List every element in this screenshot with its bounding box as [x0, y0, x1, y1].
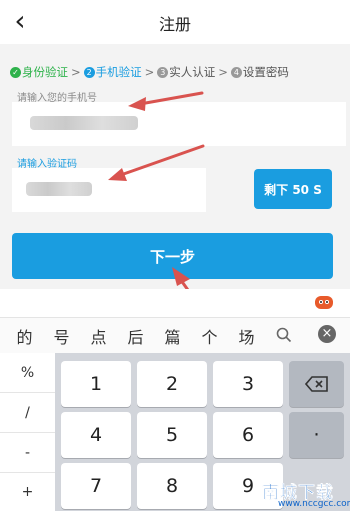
- step-phone: 2 手机验证: [83, 64, 142, 80]
- symbol-column: % / - +: [0, 353, 55, 511]
- step-separator: >: [218, 65, 228, 79]
- candidate-word[interactable]: 号: [49, 324, 74, 348]
- ime-candidate-bar: 的 号 点 后 篇 个 场: [0, 317, 350, 353]
- step-identity: ✓ 身份验证: [10, 64, 68, 80]
- candidate-word[interactable]: 点: [86, 324, 111, 348]
- resend-countdown-button[interactable]: 剩下 50 S: [254, 169, 332, 209]
- step-number: 3: [157, 66, 169, 78]
- symbol-key[interactable]: +: [0, 473, 55, 511]
- step-number: 2: [83, 66, 95, 78]
- candidate-word[interactable]: 场: [234, 324, 259, 348]
- key-4[interactable]: 4: [61, 412, 131, 458]
- candidate-word[interactable]: 篇: [160, 324, 185, 348]
- page-title: 注册: [158, 15, 191, 34]
- search-icon[interactable]: [276, 327, 292, 343]
- form-bottom-area: [0, 289, 350, 317]
- step-separator: >: [144, 65, 155, 79]
- step-label: 身份验证: [22, 65, 68, 79]
- backspace-icon: [304, 376, 328, 392]
- key-3[interactable]: 3: [213, 361, 283, 407]
- blurred-phone-value: [30, 116, 138, 130]
- key-5[interactable]: 5: [137, 412, 207, 458]
- key-7[interactable]: 7: [61, 463, 131, 509]
- symbol-key[interactable]: %: [0, 353, 55, 393]
- step-progress: ✓ 身份验证 > 2 手机验证 > 3 实人认证 > 4 设置密码: [10, 62, 346, 82]
- backspace-key[interactable]: [289, 361, 344, 407]
- step-password: 4 设置密码: [230, 64, 289, 80]
- symbol-key[interactable]: -: [0, 433, 55, 473]
- ime-logo-icon: [315, 296, 333, 309]
- phone-input[interactable]: [12, 102, 346, 146]
- candidate-word[interactable]: 的: [12, 324, 37, 348]
- blurred-code-value: [26, 182, 92, 196]
- step-label: 手机验证: [95, 65, 142, 79]
- step-label: 实人认证: [169, 65, 216, 79]
- step-separator: >: [71, 65, 81, 79]
- dot-key[interactable]: ·: [289, 412, 344, 458]
- step-label: 设置密码: [242, 65, 289, 79]
- symbol-key[interactable]: /: [0, 393, 55, 433]
- key-2[interactable]: 2: [137, 361, 207, 407]
- candidate-word[interactable]: 个: [197, 324, 222, 348]
- site-watermark: 南城下载 www.nccgcc.com: [262, 478, 350, 511]
- close-icon[interactable]: ×: [318, 325, 336, 343]
- check-icon: ✓: [10, 66, 21, 78]
- watermark-url: www.nccgcc.com: [278, 499, 350, 509]
- verification-code-input[interactable]: [12, 168, 206, 212]
- step-realname: 3 实人认证: [157, 64, 215, 80]
- candidate-word[interactable]: 后: [123, 324, 148, 348]
- key-6[interactable]: 6: [213, 412, 283, 458]
- step-number: 4: [230, 66, 242, 78]
- key-8[interactable]: 8: [137, 463, 207, 509]
- next-step-button[interactable]: 下一步: [12, 233, 333, 279]
- key-1[interactable]: 1: [61, 361, 131, 407]
- app-header: ‹ 注册: [0, 0, 350, 44]
